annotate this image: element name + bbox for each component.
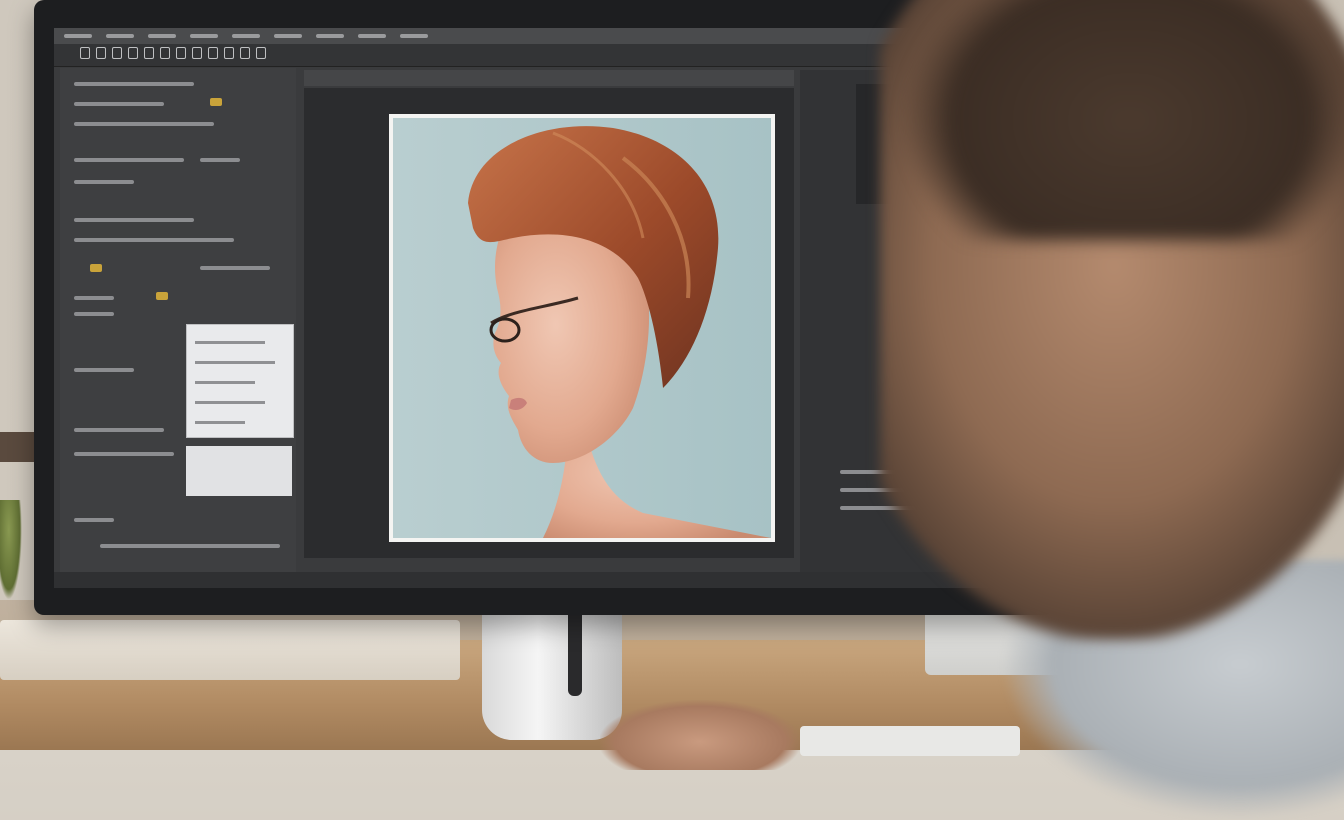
menu-item[interactable] <box>190 34 218 38</box>
tool-icon[interactable] <box>224 47 234 59</box>
panel-row[interactable] <box>200 158 240 162</box>
panel-row[interactable] <box>74 82 194 86</box>
color-swatch[interactable] <box>210 98 222 106</box>
color-swatch[interactable] <box>90 264 102 272</box>
panel-row[interactable] <box>74 368 134 372</box>
menu-item[interactable] <box>148 34 176 38</box>
menu-item[interactable] <box>232 34 260 38</box>
dialog-row[interactable] <box>195 381 255 384</box>
panel-row[interactable] <box>74 452 174 456</box>
tool-icon[interactable] <box>96 47 106 59</box>
panel-row[interactable] <box>74 312 114 316</box>
panel-row[interactable] <box>74 238 234 242</box>
panel-row[interactable] <box>74 158 184 162</box>
document-tab-bar[interactable] <box>304 70 794 86</box>
keyboard <box>800 726 1020 756</box>
menu-item[interactable] <box>106 34 134 38</box>
toolbar-icons <box>80 47 266 59</box>
tool-icon[interactable] <box>240 47 250 59</box>
panel-row[interactable] <box>100 544 280 548</box>
tool-icon[interactable] <box>80 47 90 59</box>
tool-icon[interactable] <box>112 47 122 59</box>
panel-row[interactable] <box>74 102 164 106</box>
tool-icon[interactable] <box>128 47 138 59</box>
canvas-area[interactable] <box>304 88 794 558</box>
color-swatch[interactable] <box>156 292 168 300</box>
menu-item[interactable] <box>400 34 428 38</box>
dialog-row[interactable] <box>195 401 265 404</box>
tool-icon[interactable] <box>192 47 202 59</box>
panel-row[interactable] <box>74 518 114 522</box>
tool-icon[interactable] <box>256 47 266 59</box>
tool-icon[interactable] <box>176 47 186 59</box>
dialog-row[interactable] <box>195 421 245 424</box>
portrait-illustration <box>393 118 771 538</box>
panel-row[interactable] <box>74 296 114 300</box>
panel-row[interactable] <box>74 218 194 222</box>
menu-item[interactable] <box>274 34 302 38</box>
plant <box>0 500 22 600</box>
tool-icon[interactable] <box>144 47 154 59</box>
hand <box>600 700 800 770</box>
person-hair <box>900 0 1344 240</box>
panel-row[interactable] <box>74 180 134 184</box>
settings-dialog[interactable] <box>186 324 294 438</box>
panel-row[interactable] <box>74 122 214 126</box>
desk-box <box>0 620 460 680</box>
menu-item[interactable] <box>316 34 344 38</box>
portrait-photo <box>389 114 775 542</box>
tool-icon[interactable] <box>160 47 170 59</box>
menu-item[interactable] <box>64 34 92 38</box>
dialog-row[interactable] <box>195 361 275 364</box>
panel-row[interactable] <box>200 266 270 270</box>
dialog-row <box>195 341 265 344</box>
left-properties-panel <box>60 68 296 583</box>
secondary-dialog[interactable] <box>186 446 292 496</box>
panel-row[interactable] <box>74 428 164 432</box>
menu-item[interactable] <box>358 34 386 38</box>
tool-icon[interactable] <box>208 47 218 59</box>
